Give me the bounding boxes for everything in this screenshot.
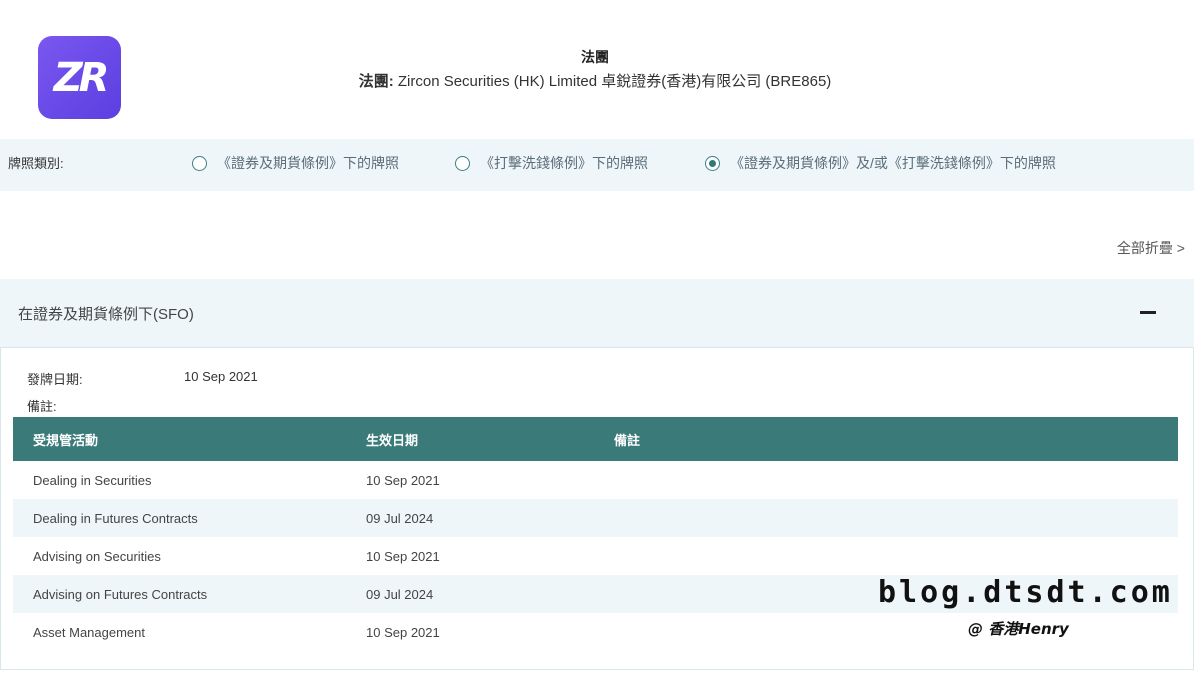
table-row: Dealing in Futures Contracts 09 Jul 2024: [13, 499, 1178, 537]
entity-label: 法團:: [358, 73, 394, 90]
license-option-both[interactable]: 《證券及期貨條例》及/或《打擊洗錢條例》下的牌照: [705, 153, 1056, 173]
activity-cell: Dealing in Futures Contracts: [13, 499, 366, 537]
date-cell: 09 Jul 2024: [366, 575, 614, 613]
collapse-minus-icon[interactable]: [1140, 303, 1158, 321]
date-cell: 10 Sep 2021: [366, 624, 440, 640]
activity-cell: Advising on Futures Contracts: [13, 575, 366, 613]
column-header: 生效日期: [366, 417, 614, 461]
license-option-amlo[interactable]: 《打擊洗錢條例》下的牌照: [455, 153, 648, 173]
remarks-cell: [614, 613, 1178, 651]
watermark-site: blog.dtsdt.com: [878, 575, 1173, 610]
license-option-label: 《證券及期貨條例》及/或《打擊洗錢條例》下的牌照: [730, 155, 1056, 171]
license-option-sfo[interactable]: 《證券及期貨條例》下的牌照: [192, 153, 399, 173]
license-option-label: 《證券及期貨條例》下的牌照: [217, 155, 399, 171]
watermark-author: @ 香港Henry: [968, 620, 1069, 638]
page-title: 法團: [581, 49, 609, 65]
radio-icon[interactable]: [455, 155, 470, 171]
radio-selected-icon[interactable]: [705, 155, 720, 171]
date-cell: 09 Jul 2024: [366, 499, 614, 537]
entity-name: Zircon Securities (HK) Limited 卓銳證券(香港)有…: [393, 73, 832, 90]
license-type-bar: 牌照類別: 《證券及期貨條例》下的牌照 《打擊洗錢條例》下的牌照 《證券及期貨條…: [0, 139, 1194, 191]
remarks-label: 備註:: [27, 399, 57, 414]
activity-cell: Asset Management: [33, 624, 146, 640]
column-header: 受規管活動: [13, 417, 366, 461]
remarks-cell: [614, 537, 1178, 575]
column-header: 備註: [614, 417, 1178, 461]
remarks-cell: [614, 499, 1178, 537]
issue-date-label: 發牌日期:: [27, 372, 83, 387]
license-type-label: 牌照類別:: [8, 156, 64, 171]
issue-date-value: 10 Sep 2021: [184, 369, 258, 384]
date-cell: 10 Sep 2021: [366, 548, 440, 564]
license-option-label: 《打擊洗錢條例》下的牌照: [480, 155, 648, 171]
table-row: Advising on Securities 10 Sep 2021: [13, 537, 1178, 575]
activity-cell: Advising on Securities: [33, 548, 161, 564]
sfo-section-header[interactable]: 在證券及期貨條例下(SFO): [0, 279, 1194, 348]
regulated-activities-table: 受規管活動 生效日期 備註 Dealing in Securities 10 S…: [13, 417, 1178, 651]
date-cell: 10 Sep 2021: [366, 472, 440, 488]
activity-cell: Dealing in Securities: [33, 472, 152, 488]
table-header-row: 受規管活動 生效日期 備註: [13, 417, 1178, 461]
collapse-all-link[interactable]: 全部折疊 >: [1117, 238, 1185, 258]
table-row: Dealing in Securities 10 Sep 2021: [13, 461, 1178, 499]
radio-icon[interactable]: [192, 155, 207, 171]
entity-line: 法團: Zircon Securities (HK) Limited 卓銳證券(…: [0, 70, 1190, 91]
section-title: 在證券及期貨條例下(SFO): [18, 306, 194, 323]
remarks-cell: [614, 461, 1178, 499]
